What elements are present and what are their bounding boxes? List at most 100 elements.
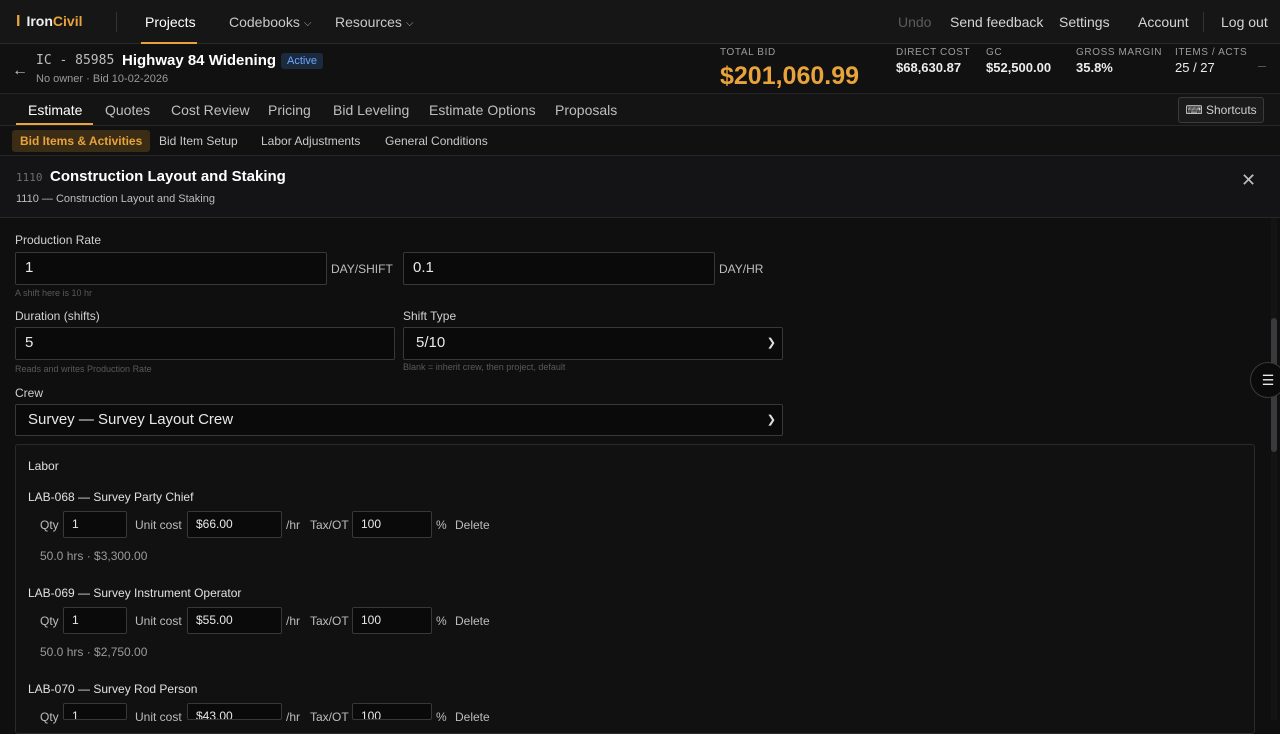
chevron-down-icon: ❯: [766, 337, 776, 349]
tab-estimate[interactable]: Estimate: [28, 102, 82, 118]
rate-hr-unit: DAY/HR: [719, 262, 764, 276]
chevron-down-icon: ⌵: [405, 18, 414, 29]
project-owner-line: No owner · Bid 10-02-2026: [36, 73, 169, 85]
activity-code: 1110: [16, 171, 43, 184]
tax-ot-input[interactable]: 100: [352, 607, 432, 634]
send-feedback-link[interactable]: Send feedback: [950, 14, 1043, 30]
duration-label: Duration (shifts): [15, 309, 100, 323]
qty-label: Qty: [40, 518, 59, 532]
subtab-labor-adjustments[interactable]: Labor Adjustments: [261, 134, 360, 148]
delete-button[interactable]: Delete: [455, 710, 490, 724]
qty-label: Qty: [40, 614, 59, 628]
delete-button[interactable]: Delete: [455, 518, 490, 532]
crew-value: Survey — Survey Layout Crew: [28, 411, 234, 428]
labor-item-name: LAB-069 — Survey Instrument Operator: [28, 586, 242, 600]
tax-ot-label: Tax/OT: [310, 518, 349, 532]
qty-input[interactable]: 1: [63, 607, 127, 634]
gc-label: GC: [986, 47, 1003, 58]
direct-cost-label: DIRECT COST: [896, 47, 971, 58]
labor-title: Labor: [28, 459, 59, 473]
shortcuts-button[interactable]: ⌨ Shortcuts: [1178, 97, 1264, 123]
activity-subtitle: 1110 — Construction Layout and Staking: [16, 193, 215, 205]
tab-proposals[interactable]: Proposals: [555, 102, 617, 118]
undo-button[interactable]: Undo: [898, 14, 931, 30]
production-rate-hr-input[interactable]: 0.1: [403, 252, 715, 285]
shift-type-hint: Blank = inherit crew, then project, defa…: [403, 362, 566, 372]
labor-item-name: LAB-070 — Survey Rod Person: [28, 682, 198, 696]
nav-codebooks[interactable]: Codebooks ⌵: [229, 14, 311, 30]
chevron-down-icon: ❯: [766, 414, 776, 426]
tab-quotes[interactable]: Quotes: [105, 102, 150, 118]
shortcuts-label: Shortcuts: [1205, 103, 1257, 117]
logout-link[interactable]: Log out: [1221, 14, 1268, 30]
rate-shift-unit: DAY/SHIFT: [331, 262, 393, 276]
total-bid-label: TOTAL BID: [720, 47, 776, 58]
tax-ot-input[interactable]: 100: [352, 511, 432, 538]
per-hr-label: /hr: [286, 710, 301, 724]
qty-input[interactable]: 1: [63, 703, 127, 720]
per-hr-label: /hr: [286, 518, 301, 532]
filter-list-icon[interactable]: ☰: [1250, 362, 1280, 398]
project-code: IC - 85985: [36, 53, 115, 68]
back-arrow-icon[interactable]: ←: [12, 62, 28, 80]
rate-hint: A shift here is 10 hr: [15, 288, 93, 298]
shift-type-label: Shift Type: [403, 309, 457, 323]
unit-cost-input[interactable]: $66.00: [187, 511, 282, 538]
account-link[interactable]: Account: [1138, 14, 1189, 30]
delete-button[interactable]: Delete: [455, 614, 490, 628]
unit-cost-input[interactable]: $43.00: [187, 703, 282, 720]
nav-divider: [1203, 12, 1204, 32]
scrollbar-track[interactable]: [1271, 218, 1277, 720]
logo-icon: I: [16, 13, 21, 30]
project-title: Highway 84 Widening: [122, 52, 277, 69]
gross-margin-label: GROSS MARGIN: [1076, 47, 1163, 58]
qty-input[interactable]: 1: [63, 511, 127, 538]
labor-item-name: LAB-068 — Survey Party Chief: [28, 490, 194, 504]
activity-title: Construction Layout and Staking: [50, 168, 286, 185]
unit-cost-label: Unit cost: [135, 710, 182, 724]
chevron-down-icon: ⌵: [303, 18, 312, 29]
gross-margin-value: 35.8%: [1076, 60, 1113, 75]
tab-active-indicator: [16, 123, 93, 125]
tab-cost-review[interactable]: Cost Review: [171, 102, 250, 118]
shift-type-value: 5/10: [416, 334, 446, 351]
shift-type-select[interactable]: 5/10 ❯: [403, 327, 783, 360]
duration-hint: Reads and writes Production Rate: [15, 364, 152, 374]
subtab-general-conditions[interactable]: General Conditions: [385, 134, 488, 148]
settings-link[interactable]: Settings: [1059, 14, 1110, 30]
gc-value: $52,500.00: [986, 60, 1052, 75]
unit-cost-label: Unit cost: [135, 614, 182, 628]
nav-resources-label: Resources: [335, 14, 402, 30]
keyboard-icon: ⌨: [1185, 103, 1203, 117]
close-icon[interactable]: ✕: [1241, 170, 1256, 191]
crew-select[interactable]: Survey — Survey Layout Crew ❯: [15, 404, 783, 436]
nav-projects[interactable]: Projects: [145, 14, 196, 30]
labor-item-summary: 50.0 hrs · $2,750.00: [40, 645, 148, 659]
subtab-bid-items-activities[interactable]: Bid Items & Activities: [12, 130, 151, 152]
tab-estimate-options[interactable]: Estimate Options: [429, 102, 536, 118]
unit-cost-label: Unit cost: [135, 518, 182, 532]
nav-resources[interactable]: Resources ⌵: [335, 14, 414, 30]
items-acts-label: ITEMS / ACTS: [1175, 47, 1248, 58]
percent-label: %: [436, 710, 447, 724]
tab-bid-leveling[interactable]: Bid Leveling: [333, 102, 409, 118]
status-badge: Active: [281, 53, 323, 69]
logo-name-b: Civil: [52, 13, 83, 29]
production-rate-shift-input[interactable]: 1: [15, 252, 327, 285]
activity-panel-header: [0, 156, 1280, 218]
collapse-icon[interactable]: [1258, 66, 1266, 67]
tab-pricing[interactable]: Pricing: [268, 102, 311, 118]
tax-ot-label: Tax/OT: [310, 710, 349, 724]
unit-cost-input[interactable]: $55.00: [187, 607, 282, 634]
qty-label: Qty: [40, 710, 59, 724]
crew-label: Crew: [15, 386, 44, 400]
duration-input[interactable]: 5: [15, 327, 395, 360]
nav-divider: [116, 12, 117, 32]
logo-name-a: Iron: [26, 13, 53, 29]
direct-cost-value: $68,630.87: [896, 60, 962, 75]
percent-label: %: [436, 614, 447, 628]
subtab-bid-item-setup[interactable]: Bid Item Setup: [159, 134, 238, 148]
total-bid-value: $201,060.99: [720, 62, 860, 90]
app-logo[interactable]: I IronCivil: [16, 13, 82, 31]
tax-ot-input[interactable]: 100: [352, 703, 432, 720]
